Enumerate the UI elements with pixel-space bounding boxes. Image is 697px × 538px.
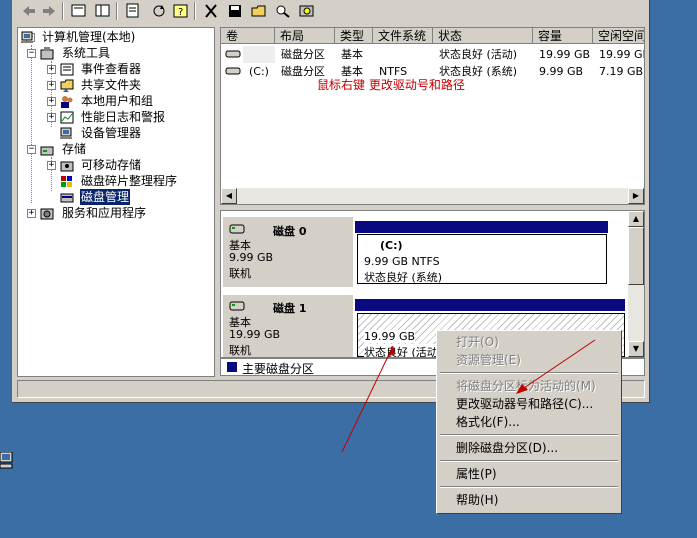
annotation-arrow <box>341 345 394 453</box>
annotation-arrowhead <box>516 384 528 394</box>
annotation-arrow <box>517 339 596 393</box>
annotation-arrowhead <box>387 346 395 357</box>
annotation-arrows <box>341 339 596 453</box>
